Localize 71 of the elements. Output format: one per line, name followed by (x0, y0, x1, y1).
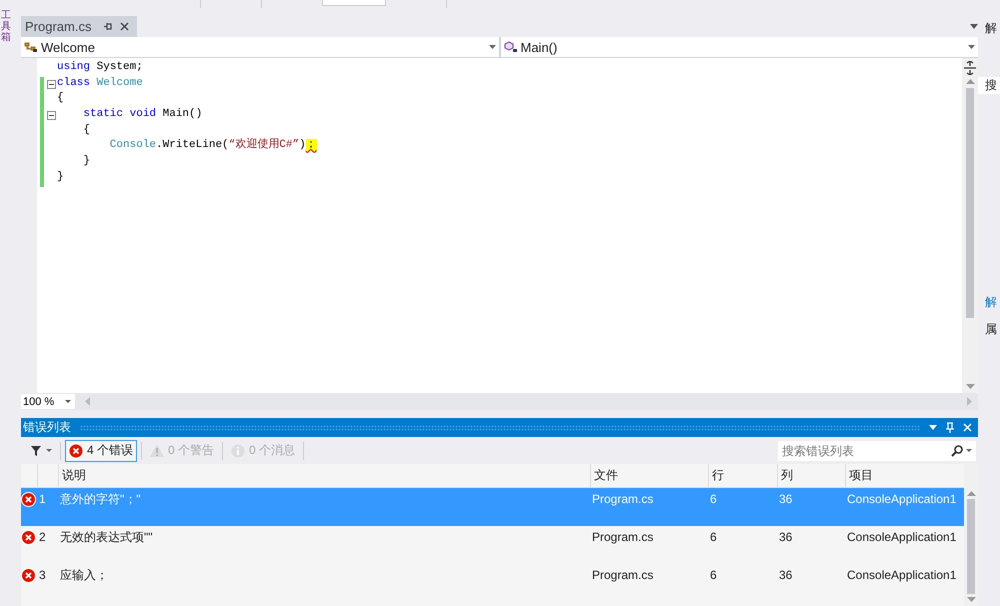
code-line: static void Main() (82, 107, 204, 122)
code-line: } (82, 154, 92, 170)
panel-tab[interactable]: 属 (978, 321, 1000, 338)
panel-title: 错误列表 (23, 419, 71, 436)
collapse-icon[interactable] (47, 80, 56, 89)
member-dropdown[interactable]: Main() (500, 37, 978, 57)
table-cell-text: 6 (709, 568, 718, 583)
caret-icon (65, 400, 71, 403)
caret-icon (966, 449, 972, 452)
code-line: Console.WriteLine(“欢迎使用C#”)； (108, 138, 318, 154)
code-line: } (57, 170, 65, 185)
table-cell-text: 6 (709, 530, 718, 545)
table-cell-text: 36 (778, 530, 794, 545)
code-line: { (82, 122, 92, 138)
column-header[interactable]: 说明 (58, 464, 590, 487)
table-cell-text: 无效的表达式项"" (59, 530, 154, 545)
dropdown-arrow-icon[interactable] (929, 425, 937, 430)
table-cell-text: 6 (709, 492, 718, 507)
panel-tab[interactable]: 解 (978, 20, 1000, 37)
error-icon (21, 492, 36, 507)
caret-icon (488, 45, 496, 49)
column-header[interactable]: 行 (708, 464, 777, 487)
code-line: class Welcome (57, 76, 144, 91)
code-line: { (57, 91, 65, 106)
table-cell-text: ConsoleApplication1 (846, 568, 958, 583)
row-number: 3 (38, 568, 47, 583)
filter-toggle[interactable]: 4 个错误 (65, 440, 138, 462)
toolbox-tab[interactable]: 工具箱 (0, 10, 11, 606)
scroll-up-icon[interactable] (966, 79, 974, 84)
scroll-up-icon[interactable] (966, 491, 976, 496)
type-dropdown[interactable]: Welcome (21, 37, 498, 57)
warning-icon (150, 444, 164, 457)
zoom-dropdown[interactable]: 100 % (21, 394, 75, 409)
column-header[interactable]: 列 (777, 464, 845, 487)
error-row[interactable]: 3 应输入； Program.cs 6 36 ConsoleApplication1 (21, 564, 964, 602)
collapse-icon[interactable] (47, 111, 56, 120)
info-icon (231, 444, 246, 458)
table-cell-text: ConsoleApplication1 (846, 492, 958, 507)
table-cell-text: 36 (778, 492, 794, 507)
table-cell-text: Program.cs (591, 530, 654, 545)
table-cell-text: ConsoleApplication1 (846, 530, 958, 545)
panel-tab[interactable]: 解 (978, 294, 1000, 311)
search-field[interactable]: 搜 (978, 77, 1000, 94)
table-cell-text: Program.cs (591, 568, 654, 583)
caret-icon (46, 449, 52, 452)
table-cell-text: 意外的字符"；" (59, 492, 142, 507)
caret-icon (968, 45, 975, 49)
search-icon (951, 444, 963, 456)
column-header[interactable]: 文件 (590, 464, 708, 487)
table-cell-text: 应输入； (59, 568, 109, 583)
row-number: 1 (38, 492, 47, 507)
scroll-down-icon[interactable] (966, 384, 974, 389)
code-line: using System; (57, 60, 144, 75)
method-icon (504, 41, 518, 53)
close-icon[interactable] (120, 22, 130, 31)
scrollbar-thumb[interactable] (967, 499, 975, 594)
scroll-down-icon[interactable] (966, 597, 976, 602)
search-button[interactable] (949, 440, 976, 460)
error-row[interactable]: 2 无效的表达式项"" Program.cs 6 36 ConsoleApplication1 (21, 526, 964, 564)
row-number: 2 (38, 530, 47, 545)
scrollbar-thumb[interactable] (966, 88, 974, 318)
table-cell-text: 36 (778, 568, 794, 583)
table-cell-text: Program.cs (591, 492, 654, 507)
class-icon (24, 41, 38, 53)
filter-icon (31, 446, 41, 456)
document-tab[interactable]: Program.cs (21, 16, 138, 37)
error-icon (69, 444, 83, 458)
pin-icon[interactable] (103, 22, 112, 31)
search-field[interactable]: 搜索错误列表 (778, 440, 949, 460)
dropdown-arrow-icon[interactable] (970, 24, 978, 29)
split-icon[interactable] (964, 61, 976, 75)
